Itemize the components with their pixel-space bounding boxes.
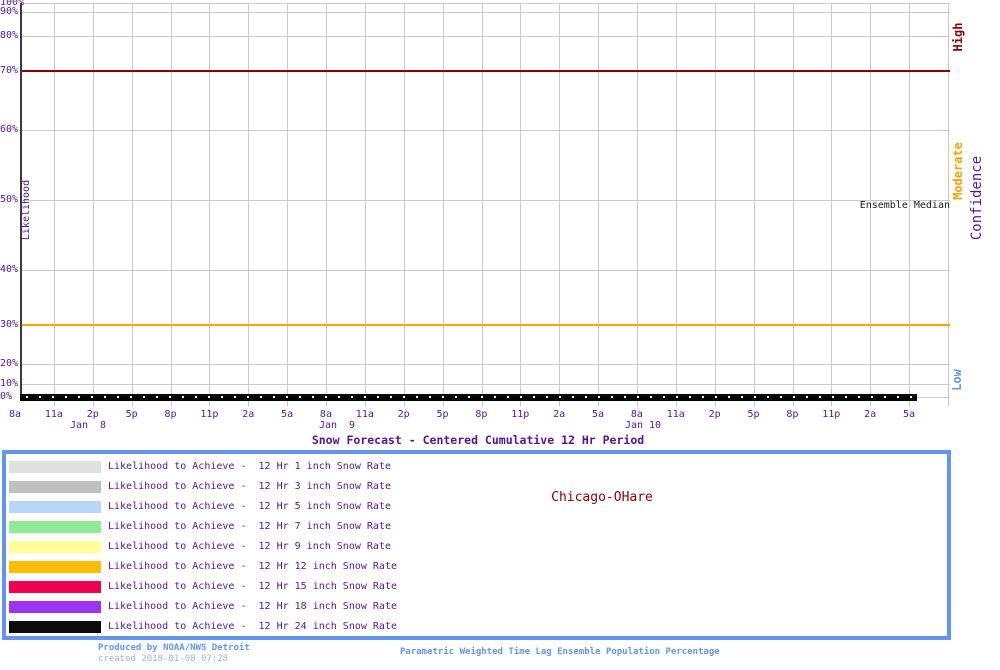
- legend-item-label: Likelihood to Achieve - 12 Hr 7 inch Sno…: [108, 521, 391, 532]
- legend-swatch: [9, 581, 101, 593]
- legend-item-label: Likelihood to Achieve - 12 Hr 5 inch Sno…: [108, 501, 391, 512]
- legend-item-label: Likelihood to Achieve - 12 Hr 1 inch Sno…: [108, 461, 391, 472]
- legend-item-label: Likelihood to Achieve - 12 Hr 12 inch Sn…: [108, 561, 397, 572]
- legend-swatch: [9, 461, 101, 473]
- legend-item-label: Likelihood to Achieve - 12 Hr 9 inch Sno…: [108, 541, 391, 552]
- legend-item-label: Likelihood to Achieve - 12 Hr 24 inch Sn…: [108, 621, 397, 632]
- legend-swatch: [9, 521, 101, 533]
- legend-item-label: Likelihood to Achieve - 12 Hr 15 inch Sn…: [108, 581, 397, 592]
- legend-swatch: [9, 621, 101, 633]
- footer-method-caption: Parametric Weighted Time Lag Ensemble Po…: [400, 647, 720, 657]
- footer-produced-by: Produced by NOAA/NWS Detroit: [98, 643, 250, 653]
- legend-item-label: Likelihood to Achieve - 12 Hr 3 inch Sno…: [108, 481, 391, 492]
- legend-swatch: [9, 601, 101, 613]
- legend-swatch: [9, 541, 101, 553]
- station-label: Chicago-OHare: [551, 490, 653, 505]
- legend-swatch: [9, 501, 101, 513]
- snow-forecast-page: 100% 90% 80% 70% 60% 50% 40% 30% 20% 10% 0% 8a 11a 2p…: [0, 0, 1000, 670]
- legend-swatch: [9, 561, 101, 573]
- legend-item-label: Likelihood to Achieve - 12 Hr 18 inch Sn…: [108, 601, 397, 612]
- legend-swatch: [9, 481, 101, 493]
- legend-rows: Likelihood to Achieve - 12 Hr 1 inch Sno…: [0, 0, 1000, 670]
- footer-created-timestamp: created 2018-01-08 07:28: [98, 654, 229, 664]
